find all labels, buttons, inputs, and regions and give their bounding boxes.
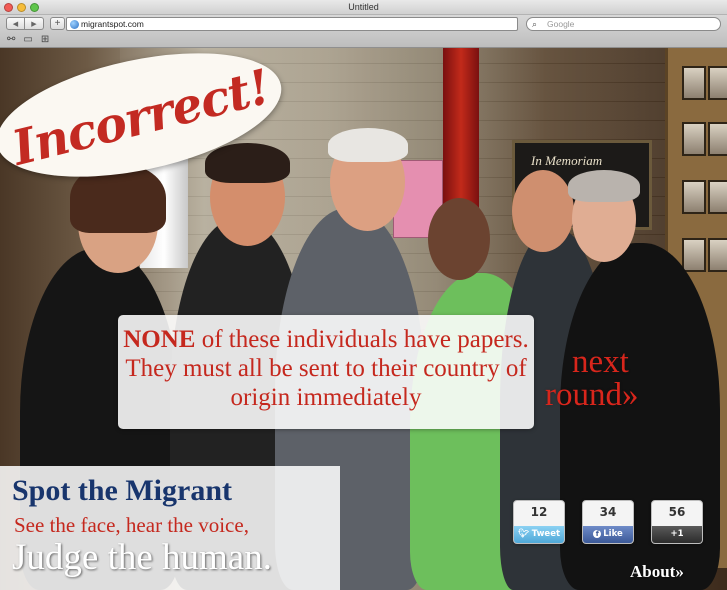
close-window-button[interactable] — [4, 3, 13, 12]
like-button[interactable]: 34 f Like — [582, 500, 634, 544]
search-icon: ⌕ — [532, 19, 538, 29]
search-placeholder: Google — [547, 19, 575, 29]
next-round-link[interactable]: next round» — [545, 346, 675, 412]
next-round-line1: next — [572, 344, 629, 380]
person-5-head — [512, 170, 574, 252]
portrait-frame — [708, 66, 727, 100]
tweet-label: Tweet — [531, 529, 561, 539]
verdict-emphasis: NONE — [123, 326, 196, 353]
site-title: Spot the Migrant — [12, 474, 232, 507]
tweet-count: 12 — [530, 505, 548, 519]
like-count: 34 — [599, 505, 617, 519]
bookmarks-icon[interactable]: ▭ — [23, 34, 32, 45]
site-subtitle: See the face, hear the voice, — [14, 513, 249, 537]
portrait-frame — [708, 180, 727, 214]
title-bar: Untitled — [0, 0, 727, 15]
portrait-frame — [682, 180, 706, 214]
browser-toolbar: ◀ ▶ + migrantspot.com ⌕ Google ⚯ ▭ ⊞ — [0, 15, 727, 48]
back-button[interactable]: ◀ — [6, 17, 25, 30]
about-link[interactable]: About» — [630, 562, 684, 582]
top-sites-icon[interactable]: ⊞ — [41, 34, 49, 45]
plusone-count: 56 — [668, 505, 686, 519]
person-2-hair — [205, 143, 290, 183]
reading-list-icon[interactable]: ⚯ — [7, 34, 15, 45]
plusone-button[interactable]: 56 +1 — [651, 500, 703, 544]
portrait-frame — [708, 238, 727, 272]
portrait-frame — [708, 122, 727, 156]
game-photo: In Memoriam Incorrect! NONE of these ind… — [0, 48, 727, 590]
window-controls — [4, 3, 39, 12]
portrait-frame — [682, 66, 706, 100]
tweet-button[interactable]: 12 🐦︎ Tweet — [513, 500, 565, 544]
plusone-label: +1 — [670, 529, 684, 539]
zoom-window-button[interactable] — [30, 3, 39, 12]
window-title: Untitled — [348, 2, 379, 12]
portrait-frame — [682, 238, 706, 272]
globe-icon — [70, 20, 79, 29]
person-4-head — [428, 198, 490, 280]
search-field[interactable]: ⌕ Google — [526, 17, 721, 31]
brand-panel: Spot the Migrant See the face, hear the … — [0, 466, 340, 590]
person-3-hair — [328, 128, 408, 162]
minimize-window-button[interactable] — [17, 3, 26, 12]
next-round-line2: round» — [545, 377, 639, 413]
person-6-hair — [568, 170, 640, 202]
memoriam-text: In Memoriam — [531, 153, 603, 168]
add-bookmark-button[interactable]: + — [50, 17, 65, 30]
nav-buttons: ◀ ▶ — [6, 17, 44, 30]
facebook-icon: f — [593, 529, 602, 538]
forward-button[interactable]: ▶ — [25, 17, 44, 30]
twitter-bird-icon: 🐦︎ — [517, 529, 532, 539]
address-bar[interactable]: migrantspot.com — [66, 17, 518, 31]
address-text: migrantspot.com — [81, 19, 144, 29]
portrait-frame — [682, 122, 706, 156]
verdict-message: NONE of these individuals have papers. T… — [118, 315, 534, 429]
like-label: Like — [603, 529, 623, 539]
site-tagline: Judge the human. — [12, 537, 272, 578]
bookmarks-bar: ⚯ ▭ ⊞ — [7, 34, 49, 45]
